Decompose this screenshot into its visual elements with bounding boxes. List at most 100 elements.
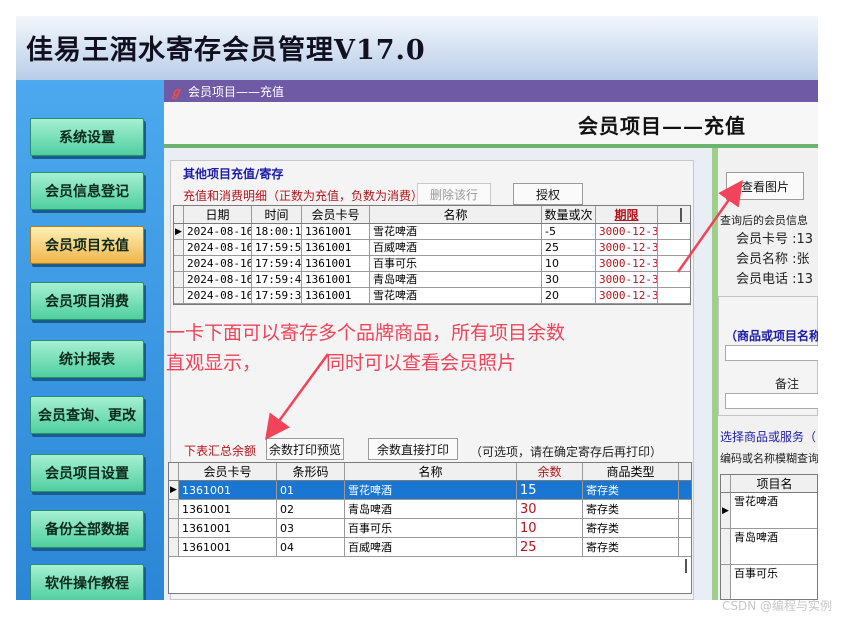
records-cell: 3000-12-30 — [596, 288, 658, 303]
goods-input[interactable] — [725, 345, 818, 361]
records-row[interactable]: 2024-08-1617:59:501361001百威啤酒253000-12-3… — [174, 240, 690, 256]
sidebar-item-member-consume[interactable]: 会员项目消费 — [30, 282, 144, 320]
row-indicator — [174, 240, 184, 255]
row-indicator — [721, 529, 731, 564]
records-cell: 25 — [542, 240, 596, 255]
goods-list-item[interactable]: 青岛啤酒 — [721, 529, 817, 565]
member-name: 会员名称 :张 — [736, 252, 810, 267]
window-title-bar: ℊ 会员项目——充值 — [164, 80, 818, 102]
goods-group: （商品或项目名称 备注 — [718, 296, 818, 416]
balance-scrollbar[interactable] — [685, 559, 687, 573]
balance-cell: 03 — [277, 519, 345, 537]
direct-print-button[interactable]: 余数直接打印 — [368, 438, 458, 460]
records-cell: 1361001 — [302, 256, 370, 271]
goods-list-item[interactable]: 百事可乐 — [721, 565, 817, 599]
records-cell: 1361001 — [302, 288, 370, 303]
sidebar-item-backup[interactable]: 备份全部数据 — [30, 510, 144, 548]
records-cell: 2024-08-16 — [184, 288, 252, 303]
records-cell: 2024-08-16 — [184, 240, 252, 255]
records-cell: 17:59:45 — [252, 256, 302, 271]
row-indicator: ▶ — [174, 224, 184, 239]
col-time: 时间 — [252, 206, 302, 223]
records-cell: 2024-08-16 — [184, 224, 252, 239]
print-preview-button[interactable]: 余数打印预览 — [266, 438, 344, 460]
balance-cell: 寄存类 — [583, 519, 679, 537]
section-title: 其他项目充值/寄存 — [183, 167, 284, 181]
records-cell: 1361001 — [302, 224, 370, 239]
balance-table-header: 会员卡号 条形码 名称 余数 商品类型 — [169, 463, 691, 481]
records-scrollbar[interactable] — [680, 208, 682, 222]
records-cell: 百事可乐 — [370, 256, 542, 271]
balance-cell: 寄存类 — [583, 538, 679, 556]
detail-label: 充值和消费明细（正数为充值，负数为消费） — [183, 189, 424, 203]
balance-cell: 10 — [517, 519, 583, 537]
remark-input[interactable] — [725, 393, 818, 409]
balance-cell: 1361001 — [179, 500, 277, 518]
sidebar-item-reports[interactable]: 统计报表 — [30, 340, 144, 378]
balance-row[interactable]: ▶ 1361001 01 雪花啤酒 15 寄存类 — [169, 481, 691, 500]
authorize-button[interactable]: 授权 — [513, 183, 583, 205]
records-row[interactable]: 2024-08-1617:59:421361001青岛啤酒303000-12-3… — [174, 272, 690, 288]
goods-list-header: 项目名 — [721, 475, 817, 493]
goods-list-item[interactable]: ▶ 雪花啤酒 — [721, 493, 817, 529]
col-item-type: 商品类型 — [583, 463, 679, 480]
summary-label: 下表汇总余额 — [184, 444, 257, 458]
row-indicator — [174, 272, 184, 287]
balance-cell: 04 — [277, 538, 345, 556]
balance-row[interactable]: 1361001 04 百威啤酒 25 寄存类 — [169, 538, 691, 557]
balance-cell: 寄存类 — [583, 481, 679, 499]
row-indicator: ▶ — [721, 493, 731, 528]
records-cell: 3000-12-30 — [596, 224, 658, 239]
col-date: 日期 — [184, 206, 252, 223]
records-cell: 1361001 — [302, 240, 370, 255]
sidebar-item-member-register[interactable]: 会员信息登记 — [30, 172, 144, 210]
balance-cell: 01 — [277, 481, 345, 499]
col-quantity: 数量或次 — [542, 206, 596, 223]
goods-list-label: 青岛啤酒 — [731, 529, 817, 564]
balance-cell: 雪花啤酒 — [345, 481, 517, 499]
records-table: 日期 时间 会员卡号 名称 数量或次 期限 ▶ 2024-08-16 18:00:1… — [173, 205, 691, 305]
row-indicator — [169, 519, 179, 537]
watermark: CSDN @编程与实例 — [721, 599, 832, 613]
col-card-no: 会员卡号 — [302, 206, 370, 223]
row-indicator — [174, 256, 184, 271]
records-cell: 雪花啤酒 — [370, 288, 542, 303]
records-cell: 3000-12-30 — [596, 240, 658, 255]
app-title: 佳易王酒水寄存会员管理V17.0 — [26, 35, 426, 66]
records-cell: 3000-12-30 — [596, 272, 658, 287]
balance-cell: 百威啤酒 — [345, 538, 517, 556]
balance-cell: 寄存类 — [583, 500, 679, 518]
balance-cell: 百事可乐 — [345, 519, 517, 537]
records-cell: 17:59:35 — [252, 288, 302, 303]
records-row[interactable]: ▶2024-08-1618:00:101361001雪花啤酒-53000-12-… — [174, 224, 690, 240]
records-row[interactable]: 2024-08-1617:59:451361001百事可乐103000-12-3… — [174, 256, 690, 272]
member-info-panel: 查看图片 查询后的会员信息 会员卡号 :13 会员名称 :张 会员电话 :13 … — [712, 148, 818, 600]
balance-cell: 02 — [277, 500, 345, 518]
row-indicator — [174, 288, 184, 303]
balance-table: 会员卡号 条形码 名称 余数 商品类型 ▶ 1361001 01 雪花啤酒 15 寄存类 1… — [168, 462, 692, 594]
balance-cell: 15 — [517, 481, 583, 499]
goods-label: （商品或项目名称 — [725, 329, 818, 343]
query-info-label: 查询后的会员信息 — [720, 214, 808, 227]
form-title: 会员项目——充值 — [578, 114, 746, 138]
sidebar-item-member-query[interactable]: 会员查询、更改 — [30, 396, 144, 434]
annotation-line-1: 一卡下面可以寄存多个品牌商品，所有项目余数 — [166, 322, 566, 344]
row-indicator — [169, 500, 179, 518]
balance-row[interactable]: 1361001 03 百事可乐 10 寄存类 — [169, 519, 691, 538]
delete-row-button[interactable]: 删除该行 — [417, 183, 491, 205]
records-cell: 30 — [542, 272, 596, 287]
app-icon: ℊ — [170, 84, 183, 99]
view-photo-button[interactable]: 查看图片 — [726, 172, 804, 200]
annotation-line-2: 直观显示， — [166, 352, 262, 374]
balance-row[interactable]: 1361001 02 青岛啤酒 30 寄存类 — [169, 500, 691, 519]
sidebar-item-project-settings[interactable]: 会员项目设置 — [30, 454, 144, 492]
records-cell: 17:59:50 — [252, 240, 302, 255]
annotation-text: 一卡下面可以寄存多个品牌商品，所有项目余数 直观显示， 同时可以查看会员照片 — [166, 318, 646, 374]
sidebar-item-system-settings[interactable]: 系统设置 — [30, 118, 144, 156]
select-label: 选择商品或服务（ — [720, 430, 817, 444]
records-row[interactable]: 2024-08-1617:59:351361001雪花啤酒203000-12-3… — [174, 288, 690, 304]
col-barcode: 条形码 — [277, 463, 345, 480]
sidebar-item-member-recharge[interactable]: 会员项目充值 — [30, 226, 144, 264]
sidebar-item-tutorial[interactable]: 软件操作教程 — [30, 564, 144, 600]
row-indicator: ▶ — [169, 481, 179, 499]
